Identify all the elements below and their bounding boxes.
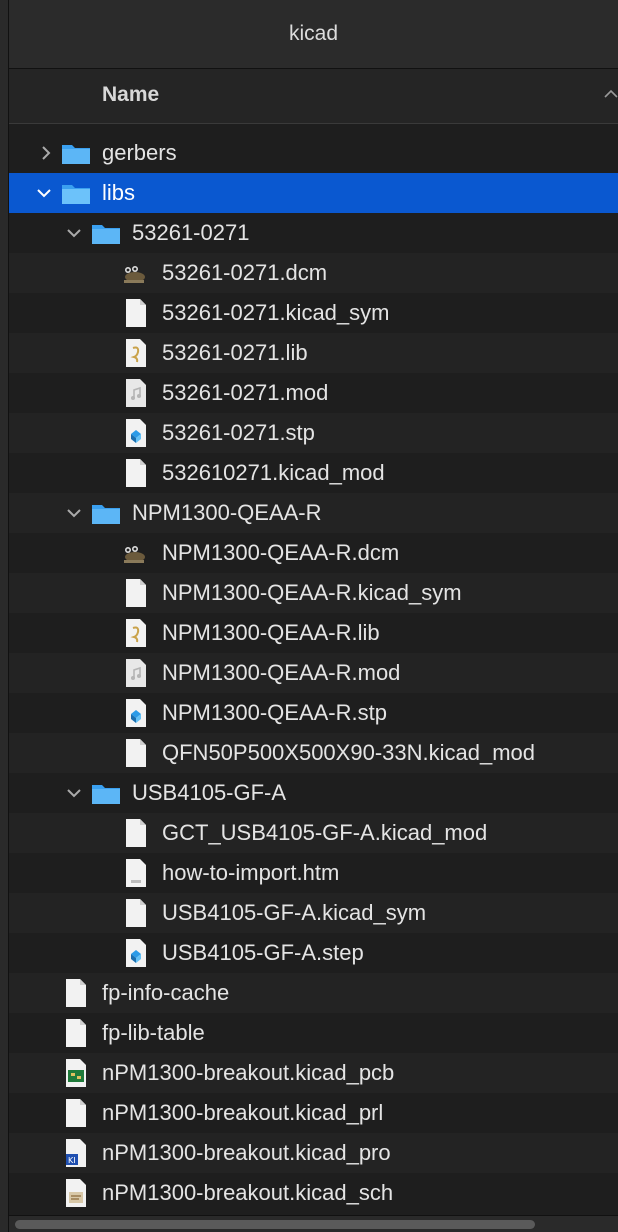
- list-item-folder-53261-0271[interactable]: 53261-0271: [9, 213, 618, 253]
- list-item-label: libs: [102, 180, 136, 205]
- scrollbar-thumb[interactable]: [15, 1220, 535, 1229]
- list-item-file[interactable]: nPM1300-breakout.kicad_sch: [9, 1173, 618, 1213]
- list-item-file[interactable]: 53261-0271.stp: [9, 413, 618, 453]
- chevron-down-icon[interactable]: [66, 505, 82, 521]
- list-item-label: GCT_USB4105-GF-A.kicad_mod: [162, 820, 488, 845]
- gimp-icon: [124, 546, 145, 563]
- stp-icon: [126, 419, 146, 447]
- document-icon: [126, 299, 146, 327]
- window-title: kicad: [288, 22, 339, 45]
- document-icon: [126, 579, 146, 607]
- list-item-label: USB4105-GF-A.kicad_sym: [162, 900, 427, 925]
- list-item-label: 53261-0271: [132, 220, 250, 245]
- list-item-file[interactable]: fp-lib-table: [9, 1013, 618, 1053]
- folder-icon: [92, 785, 120, 804]
- list-item-file[interactable]: NPM1300-QEAA-R.dcm: [9, 533, 618, 573]
- lib-icon: [126, 619, 146, 647]
- chevron-down-icon[interactable]: [66, 225, 82, 241]
- htm-file-icon: [126, 859, 146, 887]
- document-icon: [66, 1099, 86, 1127]
- list-item-file[interactable]: NPM1300-QEAA-R.kicad_sym: [9, 573, 618, 613]
- list-item-file[interactable]: USB4105-GF-A.kicad_sym: [9, 893, 618, 933]
- list-item-label: 53261-0271.stp: [162, 420, 315, 445]
- list-item-label: 53261-0271.mod: [162, 380, 329, 405]
- list-item-file[interactable]: NPM1300-QEAA-R.mod: [9, 653, 618, 693]
- list-item-label: how-to-import.htm: [162, 860, 340, 885]
- folder-icon: [92, 225, 120, 244]
- list-item-label: nPM1300-breakout.kicad_sch: [102, 1180, 394, 1205]
- document-icon: [126, 739, 146, 767]
- name-column-header[interactable]: Name: [102, 83, 159, 107]
- chevron-down-icon[interactable]: [36, 185, 52, 201]
- list-item-label: NPM1300-QEAA-R.stp: [162, 700, 387, 725]
- chevron-right-icon[interactable]: [38, 145, 54, 161]
- file-list: gerbers libs 53261-0271 53261-0271.dcm 5…: [9, 133, 618, 1213]
- list-item-label: 532610271.kicad_mod: [162, 460, 385, 485]
- stp-icon: [126, 699, 146, 727]
- folder-icon: [92, 505, 120, 524]
- list-item-label: nPM1300-breakout.kicad_prl: [102, 1100, 384, 1125]
- list-item-file[interactable]: 53261-0271.lib: [9, 333, 618, 373]
- chevron-down-icon[interactable]: [66, 785, 82, 801]
- list-item-file[interactable]: NPM1300-QEAA-R.lib: [9, 613, 618, 653]
- list-item-label: NPM1300-QEAA-R.dcm: [162, 540, 400, 565]
- list-item-label: NPM1300-QEAA-R.kicad_sym: [162, 580, 462, 605]
- stp-icon: [126, 939, 146, 967]
- list-item-file[interactable]: 53261-0271.kicad_sym: [9, 293, 618, 333]
- list-item-label: fp-lib-table: [102, 1020, 205, 1045]
- list-item-label: nPM1300-breakout.kicad_pcb: [102, 1060, 395, 1085]
- list-item-folder-npm1300-qeaa-r[interactable]: NPM1300-QEAA-R: [9, 493, 618, 533]
- list-item-label: nPM1300-breakout.kicad_pro: [102, 1140, 391, 1165]
- list-item-label: QFN50P500X500X90-33N.kicad_mod: [162, 740, 536, 765]
- list-item-libs[interactable]: libs: [9, 173, 618, 213]
- list-item-label: NPM1300-QEAA-R: [132, 500, 322, 525]
- list-item-gerbers[interactable]: gerbers: [9, 133, 618, 173]
- folder-icon: [62, 145, 90, 164]
- svg-text:KI: KI: [68, 1156, 76, 1165]
- folder-icon: [62, 185, 90, 204]
- list-item-label: gerbers: [102, 140, 177, 165]
- list-item-label: 53261-0271.kicad_sym: [162, 300, 390, 325]
- gimp-icon: [124, 266, 145, 283]
- list-item-file[interactable]: how-to-import.htm: [9, 853, 618, 893]
- list-item-file[interactable]: NPM1300-QEAA-R.stp: [9, 693, 618, 733]
- pcb-icon: [66, 1059, 86, 1087]
- schematic-icon: [66, 1179, 86, 1207]
- list-item-file[interactable]: fp-info-cache: [9, 973, 618, 1013]
- list-item-label: 53261-0271.lib: [162, 340, 308, 365]
- list-item-file[interactable]: 53261-0271.dcm: [9, 253, 618, 293]
- audio-file-icon: [126, 379, 146, 407]
- audio-file-icon: [126, 659, 146, 687]
- list-item-label: NPM1300-QEAA-R.mod: [162, 660, 401, 685]
- document-icon: [66, 979, 86, 1007]
- left-window-edge: [0, 0, 9, 1232]
- list-item-file[interactable]: nPM1300-breakout.kicad_prl: [9, 1093, 618, 1133]
- list-item-label: NPM1300-QEAA-R.lib: [162, 620, 380, 645]
- document-icon: [126, 459, 146, 487]
- sort-ascending-icon[interactable]: [604, 87, 618, 101]
- list-item-label: fp-info-cache: [102, 980, 230, 1005]
- lib-icon: [126, 339, 146, 367]
- list-item-file[interactable]: GCT_USB4105-GF-A.kicad_mod: [9, 813, 618, 853]
- list-item-file[interactable]: 532610271.kicad_mod: [9, 453, 618, 493]
- list-item-file[interactable]: nPM1300-breakout.kicad_pcb: [9, 1053, 618, 1093]
- list-item-file[interactable]: USB4105-GF-A.step: [9, 933, 618, 973]
- list-item-file[interactable]: 53261-0271.mod: [9, 373, 618, 413]
- list-item-folder-usb4105-gf-a[interactable]: USB4105-GF-A: [9, 773, 618, 813]
- list-item-label: USB4105-GF-A.step: [162, 940, 364, 965]
- list-item-file[interactable]: KI nPM1300-breakout.kicad_pro: [9, 1133, 618, 1173]
- document-icon: [126, 819, 146, 847]
- document-icon: [66, 1019, 86, 1047]
- document-icon: [126, 899, 146, 927]
- finder-window: kicad Name gerbers libs 53261-0271 53261…: [9, 0, 618, 1232]
- kicad-project-icon: KI: [66, 1139, 86, 1167]
- title-bar: kicad: [9, 0, 618, 69]
- list-item-label: USB4105-GF-A: [132, 780, 287, 805]
- list-item-label: 53261-0271.dcm: [162, 260, 328, 285]
- list-item-file[interactable]: QFN50P500X500X90-33N.kicad_mod: [9, 733, 618, 773]
- horizontal-scrollbar[interactable]: [9, 1215, 618, 1232]
- column-header[interactable]: Name: [9, 69, 618, 124]
